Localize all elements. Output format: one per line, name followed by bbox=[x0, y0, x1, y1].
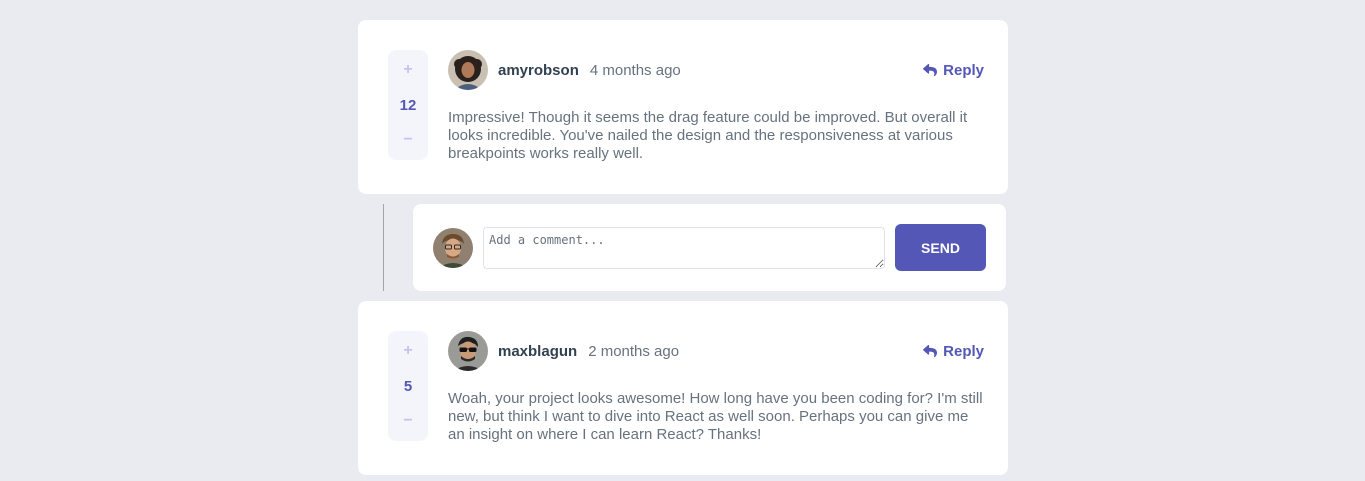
reply-label: Reply bbox=[943, 342, 984, 360]
username[interactable]: maxblagun bbox=[498, 343, 577, 360]
comment-header: amyrobson 4 months ago Reply bbox=[448, 50, 984, 90]
upvote-button[interactable]: + bbox=[388, 58, 428, 82]
downvote-button[interactable]: − bbox=[388, 409, 428, 433]
upvote-button[interactable]: + bbox=[388, 339, 428, 363]
comment-input[interactable] bbox=[483, 227, 885, 269]
vote-count: 12 bbox=[399, 96, 417, 114]
vote-widget: + 12 − bbox=[388, 50, 428, 160]
timestamp: 4 months ago bbox=[589, 61, 681, 79]
reply-form: SEND bbox=[413, 204, 1006, 291]
comment-text: Woah, your project looks awesome! How lo… bbox=[448, 390, 983, 443]
avatar bbox=[448, 50, 488, 90]
vote-count: 5 bbox=[403, 377, 413, 395]
downvote-button[interactable]: − bbox=[388, 128, 428, 152]
reply-button[interactable]: Reply bbox=[923, 343, 984, 360]
vote-widget: + 5 − bbox=[388, 331, 428, 441]
comment-card: + 12 − amyrobson 4 months ago Reply Impr… bbox=[358, 20, 1008, 194]
reply-button[interactable]: Reply bbox=[923, 62, 984, 79]
avatar bbox=[448, 331, 488, 371]
thread-line bbox=[383, 204, 384, 291]
reply-arrow-icon bbox=[923, 344, 938, 358]
send-button[interactable]: SEND bbox=[895, 224, 986, 271]
comment-text: Impressive! Though it seems the drag fea… bbox=[448, 109, 968, 162]
comment-header: maxblagun 2 months ago Reply bbox=[448, 331, 984, 371]
reply-arrow-icon bbox=[923, 63, 938, 77]
username[interactable]: amyrobson bbox=[498, 62, 579, 79]
timestamp: 2 months ago bbox=[588, 342, 680, 360]
reply-label: Reply bbox=[943, 61, 984, 79]
current-user-avatar bbox=[433, 228, 473, 268]
comment-card: + 5 − maxblagun 2 months ago Reply Woah,… bbox=[358, 301, 1008, 475]
